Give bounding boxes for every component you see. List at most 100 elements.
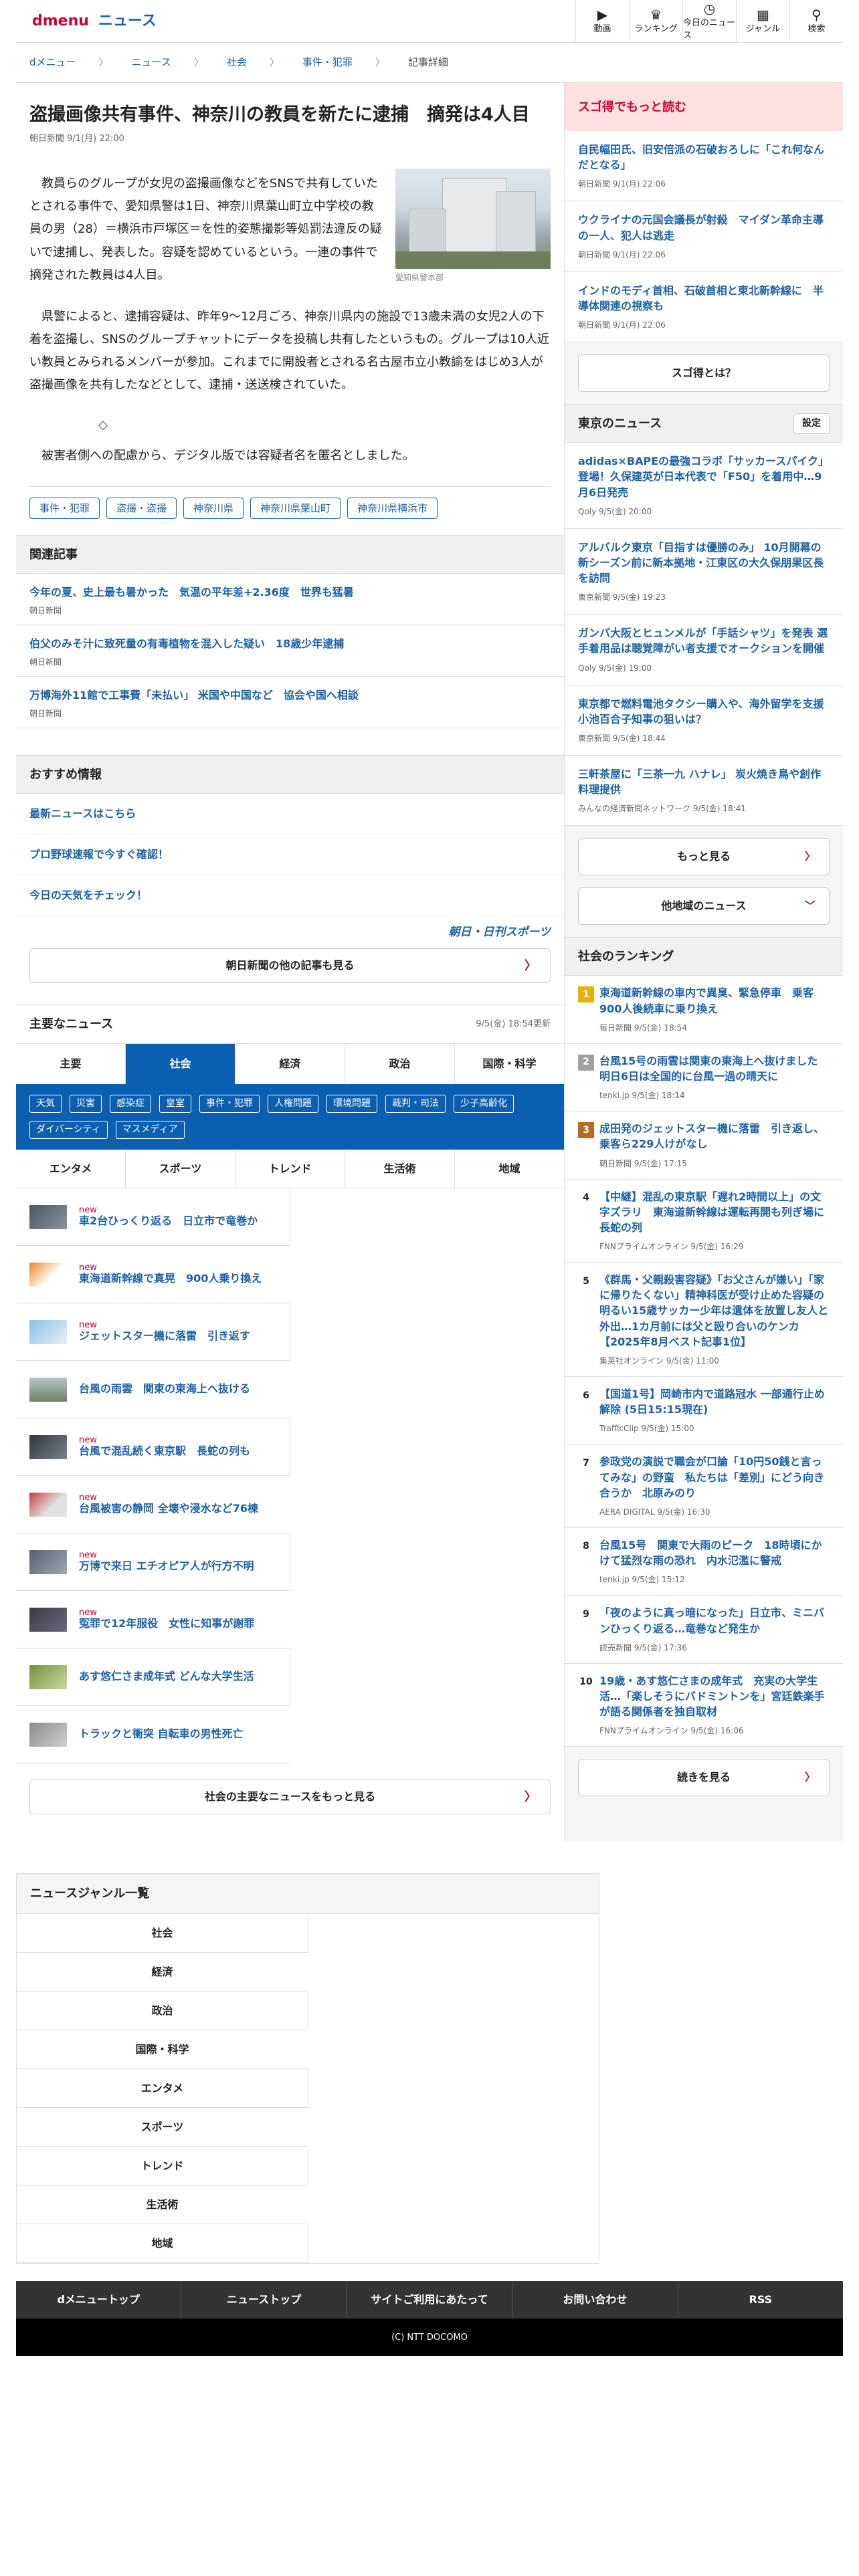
- police-hq-image[interactable]: [395, 168, 551, 269]
- tab-main[interactable]: 主要: [16, 1044, 126, 1085]
- ranking-item[interactable]: 1 東海道新幹線の車内で異臭、緊急停車 乗客900人後続車に乗り換え 毎日新聞 9/…: [565, 976, 843, 1044]
- article-photo[interactable]: 愛知県警本部: [395, 168, 551, 284]
- genre-society[interactable]: 社会: [17, 1914, 308, 1953]
- tokyo-title[interactable]: 東京都で燃料電池タクシー購入や、海外留学を支援 小池百合子知事の狙いは？: [578, 696, 835, 727]
- related-title[interactable]: 万博海外11館で工事費「未払い」 米国や中国など 協会や国へ相談: [29, 687, 551, 704]
- nav-search[interactable]: ⚲ 検索: [789, 0, 843, 43]
- tab-society[interactable]: 社会: [126, 1044, 235, 1085]
- news-title[interactable]: ジェットスター機に落雷 引き返す: [79, 1329, 276, 1344]
- news-item[interactable]: トラックと衝突 自転車の男性死亡: [16, 1706, 290, 1764]
- tag-yokohama[interactable]: 神奈川県横浜市: [347, 497, 438, 520]
- more-articles-button[interactable]: 朝日新聞の他の記事も見る 〉: [29, 948, 551, 984]
- subcat-disaster[interactable]: 災害: [70, 1095, 102, 1113]
- news-logo[interactable]: ニュース: [98, 10, 157, 32]
- genre-economy[interactable]: 経済: [17, 1953, 308, 1992]
- tokyo-item[interactable]: 東京都で燃料電池タクシー購入や、海外留学を支援 小池百合子知事の狙いは？ 東京新聞…: [565, 685, 843, 756]
- news-item[interactable]: new 台風被害の静岡 全壊や浸水など76棟: [16, 1476, 290, 1534]
- news-item[interactable]: new 冤罪で12年服役 女性に知事が謝罪: [16, 1591, 290, 1649]
- genre-international[interactable]: 国際・科学: [17, 2030, 308, 2070]
- sugo-title[interactable]: 自民幅田氏、旧安倍派の石破おろしに「これ何なんだとなる」: [578, 142, 830, 173]
- ranking-title[interactable]: 台風15号 関東で大雨のピーク 18時頃にかけて猛烈な雨の恐れ 内水氾濫に警戒: [599, 1537, 830, 1568]
- news-title[interactable]: 台風の雨雲 関東の東海上へ抜ける: [79, 1382, 277, 1396]
- genre-politics[interactable]: 政治: [17, 1992, 308, 2031]
- breadcrumb-crime[interactable]: 事件・犯罪: [302, 55, 353, 70]
- nav-ranking[interactable]: ♛ ランキング: [629, 0, 682, 43]
- related-title[interactable]: 伯父のみそ汁に致死量の有毒植物を混入した疑い 18歳少年逮捕: [29, 636, 551, 652]
- sugo-about-button[interactable]: スゴ得とは？: [578, 354, 830, 393]
- ranking-title[interactable]: 19歳・あす悠仁さまの成年式 充実の大学生活…「楽しそうにバドミントンを」宮廷鉄…: [599, 1673, 830, 1720]
- ranking-item[interactable]: 5 《群馬・父親殺害容疑》「お父さんが嫌い」「家に帰りたくない」精神科医が受け止め…: [565, 1263, 843, 1377]
- sports-logo[interactable]: 朝日・日刊スポーツ: [16, 916, 564, 948]
- ranking-title[interactable]: 成田発のジェットスター機に落雷 引き返し、乗客ら229人けがなし: [599, 1121, 830, 1152]
- news-item[interactable]: new ジェットスター機に落雷 引き返す: [16, 1303, 290, 1362]
- news-title[interactable]: トラックと衝突 自転車の男性死亡: [79, 1727, 277, 1741]
- ranking-item[interactable]: 2 台風15号の雨雲は関東の東海上へ抜けました 明日6日は全国的に台風一過の晴天に…: [565, 1043, 843, 1112]
- related-item[interactable]: 万博海外11館で工事費「未払い」 米国や中国など 協会や国へ相談 朝日新聞: [16, 677, 564, 729]
- genre-sports[interactable]: スポーツ: [17, 2108, 308, 2147]
- ranking-title[interactable]: 【国道1号】岡崎市内で道路冠水 一部通行止め解除 (5日15:15現在): [599, 1386, 830, 1417]
- site-logo[interactable]: dmenu ニュース: [32, 10, 157, 32]
- subcat-imperial[interactable]: 皇室: [159, 1095, 191, 1113]
- sugo-item[interactable]: ウクライナの元国会議長が射殺 マイダン革命主導の一人、犯人は逃走 朝日新聞 9/1…: [565, 201, 843, 272]
- genre-trend[interactable]: トレンド: [17, 2147, 308, 2186]
- news-title[interactable]: あす悠仁さま成年式 どんな大学生活: [79, 1670, 276, 1684]
- tag-hayama[interactable]: 神奈川県葉山町: [250, 497, 341, 520]
- news-item[interactable]: new 車2台ひっくり返る 日立市で竜巻か: [16, 1188, 290, 1247]
- news-title[interactable]: 東海道新幹線で真晃 900人乗り換え: [79, 1272, 277, 1286]
- subcat-mass-media[interactable]: マスメディア: [115, 1121, 185, 1140]
- ranking-title[interactable]: 参政党の演説で職会が口論「10円50銭と言ってみな」の野蛮 私たちは「差別」にど…: [599, 1454, 830, 1501]
- nav-genre[interactable]: ▦ ジャンル: [736, 0, 789, 43]
- tokyo-item[interactable]: adidas×BAPEの最強コラボ「サッカースパイク」登場！久保建英が日本代表で…: [565, 443, 843, 529]
- ranking-title[interactable]: 「夜のように真っ暗になった」日立市、ミニバンひっくり返る…竜巻など発生か: [599, 1605, 830, 1636]
- footer-dmenu-top[interactable]: dメニュートップ: [16, 2281, 182, 2319]
- ranking-more-button[interactable]: 続きを見る 〉: [578, 1759, 830, 1797]
- tokyo-item[interactable]: ガンバ大阪とヒュンメルが「手話シャツ」を発表 選手着用品は聴覚障がい者支援でオー…: [565, 615, 843, 685]
- tab-economy[interactable]: 経済: [235, 1044, 345, 1085]
- tokyo-item[interactable]: 三軒茶屋に「三茶一九 ハナレ」 炭火焼き鳥や創作料理提供 みんなの経済新聞ネットワ…: [565, 756, 843, 827]
- tag-crime[interactable]: 事件・犯罪: [29, 497, 100, 520]
- nav-today[interactable]: ◷ 今日のニュース: [682, 0, 736, 43]
- nav-video[interactable]: ▶ 動画: [575, 0, 629, 43]
- tab-entertainment[interactable]: エンタメ: [16, 1150, 126, 1188]
- breadcrumb-society[interactable]: 社会: [227, 55, 247, 70]
- ranking-item[interactable]: 4 【中継】混乱の東京駅「遅れ2時間以上」の文字ズラリ 東海道新幹線は運転再開も列…: [565, 1179, 843, 1263]
- ranking-title[interactable]: 東海道新幹線の車内で異臭、緊急停車 乗客900人後続車に乗り換え: [599, 985, 830, 1016]
- tokyo-title[interactable]: adidas×BAPEの最強コラボ「サッカースパイク」登場！久保建英が日本代表で…: [578, 453, 830, 500]
- tag-voyeurism[interactable]: 盗撮・盗撮: [106, 497, 177, 520]
- ranking-item[interactable]: 10 19歳・あす悠仁さまの成年式 充実の大学生活…「楽しそうにバドミントンを」宮…: [565, 1663, 843, 1747]
- news-item[interactable]: new 東海道新幹線で真晃 900人乗り換え: [16, 1246, 290, 1304]
- ranking-item[interactable]: 9 「夜のように真っ暗になった」日立市、ミニバンひっくり返る…竜巻など発生か 読売新…: [565, 1596, 843, 1664]
- news-item[interactable]: 台風の雨雲 関東の東海上へ抜ける: [16, 1361, 290, 1419]
- news-title[interactable]: 台風被害の静岡 全壊や浸水など76棟: [79, 1502, 277, 1516]
- ranking-item[interactable]: 3 成田発のジェットスター機に落雷 引き返し、乗客ら229人けがなし 朝日新聞 9/…: [565, 1111, 843, 1180]
- footer-news-top[interactable]: ニューストップ: [181, 2281, 347, 2319]
- tokyo-title[interactable]: アルバルク東京「目指すは優勝のみ」 10月開幕の新シーズン前に新本拠地・江東区の…: [578, 540, 830, 586]
- settings-button[interactable]: 設定: [793, 413, 830, 434]
- recommend-link[interactable]: 最新ニュースはこちら: [16, 794, 564, 835]
- genre-lifestyle[interactable]: 生活術: [17, 2185, 308, 2225]
- tab-lifestyle[interactable]: 生活術: [345, 1150, 455, 1188]
- ranking-item[interactable]: 6 【国道1号】岡崎市内で道路冠水 一部通行止め解除 (5日15:15現在) Tra…: [565, 1377, 843, 1445]
- dmenu-logo[interactable]: dmenu: [32, 10, 89, 32]
- ranking-item[interactable]: 8 台風15号 関東で大雨のピーク 18時頃にかけて猛烈な雨の恐れ 内水氾濫に警戒…: [565, 1527, 843, 1596]
- more-society-button[interactable]: 社会の主要なニュースをもっと見る 〉: [29, 1780, 551, 1815]
- subcat-weather[interactable]: 天気: [29, 1095, 62, 1113]
- subcat-aging[interactable]: 少子高齢化: [454, 1095, 514, 1113]
- genre-local[interactable]: 地域: [17, 2224, 308, 2264]
- footer-terms[interactable]: サイトご利用にあたって: [347, 2281, 513, 2319]
- tokyo-title[interactable]: ガンバ大阪とヒュンメルが「手話シャツ」を発表 選手着用品は聴覚障がい者支援でオー…: [578, 625, 830, 656]
- breadcrumb-dmenu[interactable]: dメニュー: [29, 55, 76, 70]
- news-title[interactable]: 冤罪で12年服役 女性に知事が謝罪: [79, 1617, 277, 1631]
- ranking-title[interactable]: 【中継】混乱の東京駅「遅れ2時間以上」の文字ズラリ 東海道新幹線は運転再開も列ぎ…: [599, 1189, 830, 1236]
- related-item[interactable]: 今年の夏、史上最も暑かった 気温の平年差+2.36度 世界も猛暑 朝日新聞: [16, 574, 564, 626]
- news-item[interactable]: new 台風で混乱続く東京駅 長蛇の列も: [16, 1418, 290, 1477]
- footer-contact[interactable]: お問い合わせ: [512, 2281, 678, 2319]
- footer-rss[interactable]: RSS: [678, 2281, 843, 2319]
- subcat-court[interactable]: 裁判・司法: [385, 1095, 446, 1113]
- tab-sports[interactable]: スポーツ: [126, 1150, 235, 1188]
- tokyo-item[interactable]: アルバルク東京「目指すは優勝のみ」 10月開幕の新シーズン前に新本拠地・江東区の…: [565, 528, 843, 615]
- sugo-item[interactable]: 自民幅田氏、旧安倍派の石破おろしに「これ何なんだとなる」 朝日新聞 9/1(月) …: [565, 131, 843, 202]
- tokyo-more-button[interactable]: もっと見る 〉: [578, 838, 830, 876]
- ranking-title[interactable]: 《群馬・父親殺害容疑》「お父さんが嫌い」「家に帰りたくない」精神科医が受け止めた…: [599, 1272, 830, 1350]
- recommend-link[interactable]: 今日の天気をチェック！: [16, 875, 564, 917]
